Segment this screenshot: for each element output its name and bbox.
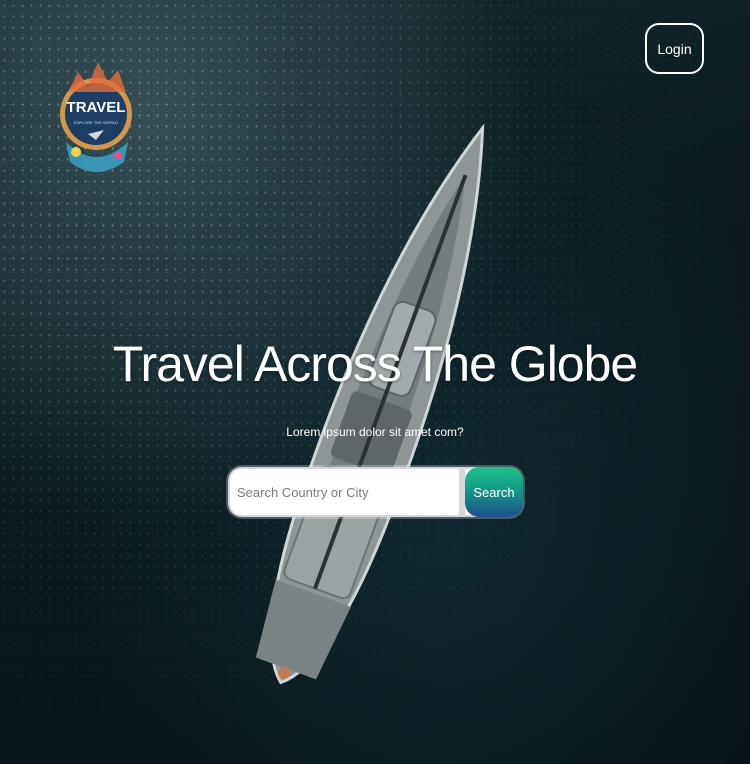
yacht-background-image: [255, 123, 485, 685]
logo-text: TRAVEL: [67, 99, 126, 116]
hero-subtitle: Lorem ipsum dolor sit amet com?: [286, 425, 464, 439]
logo-tagline: EXPLORE THE WORLD: [74, 120, 118, 125]
search-input[interactable]: [230, 469, 459, 515]
search-bar: Search: [228, 467, 523, 517]
hero-title: Travel Across The Globe: [112, 336, 638, 392]
login-button[interactable]: Login: [645, 23, 704, 74]
hero-section: TRAVEL EXPLORE THE WORLD Login Travel Ac…: [0, 0, 750, 764]
travel-globe-logo-icon[interactable]: TRAVEL EXPLORE THE WORLD: [58, 52, 136, 192]
search-button[interactable]: Search: [465, 467, 523, 517]
